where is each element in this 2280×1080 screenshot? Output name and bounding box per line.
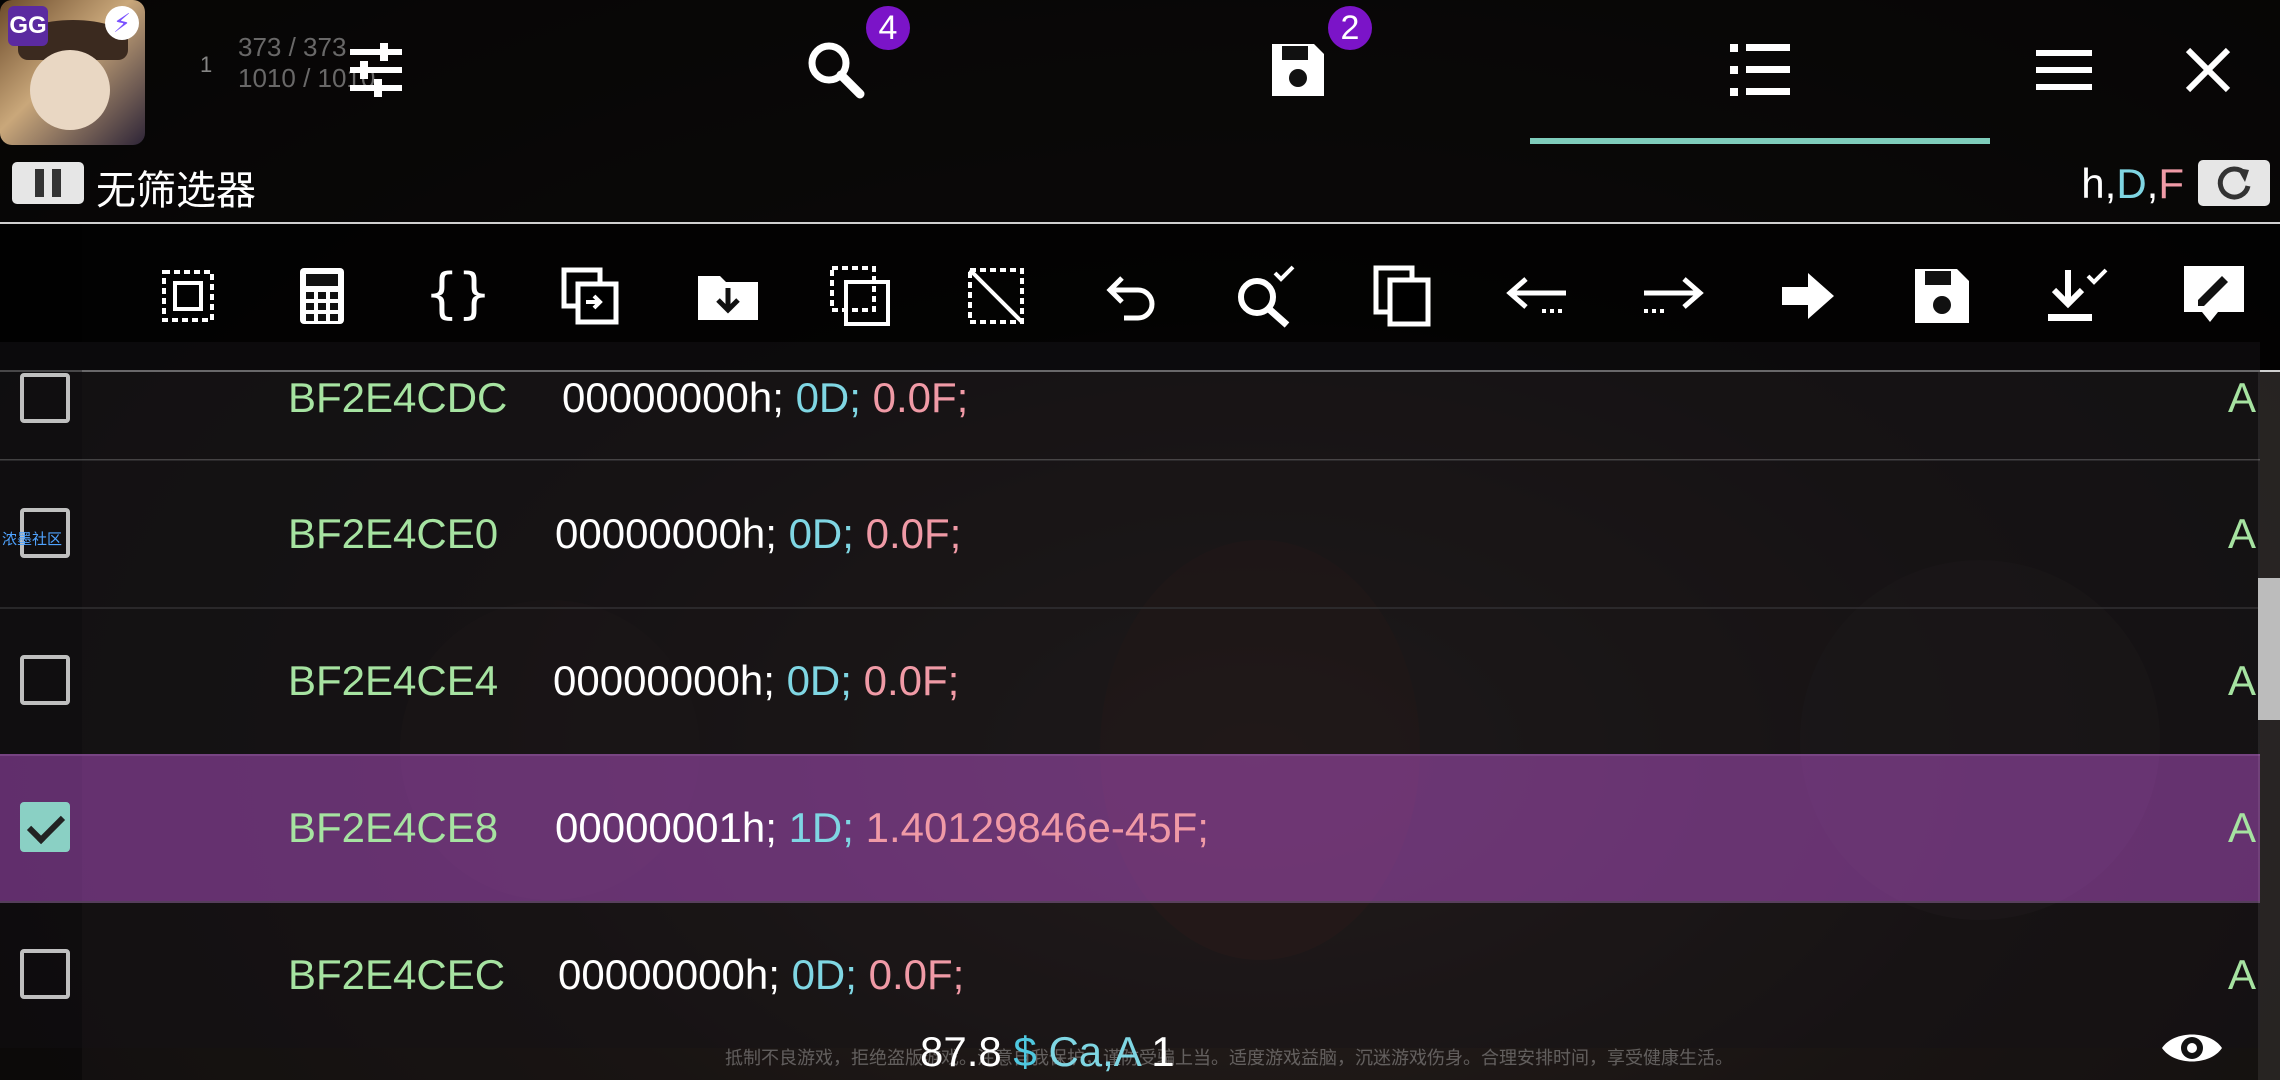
select-invert-icon[interactable] <box>822 258 898 334</box>
close-icon[interactable] <box>2168 30 2248 110</box>
copy-to-icon[interactable] <box>552 258 628 334</box>
row-values: 00000000h; 0D; 0.0F; <box>555 510 961 558</box>
save-icon[interactable] <box>1904 258 1980 334</box>
settings-sliders-icon[interactable] <box>336 30 416 110</box>
status-currency: $ <box>1013 1028 1037 1075</box>
arrow-right-icon[interactable] <box>1634 258 1710 334</box>
pause-icon-bar-left <box>35 169 44 197</box>
arrow-left-icon[interactable] <box>1500 258 1576 334</box>
folder-download-icon[interactable] <box>690 258 766 334</box>
active-tab-indicator <box>1530 138 1990 144</box>
row-dword-value: 0D; <box>786 657 852 704</box>
row-float-value: 0.0F; <box>868 951 965 998</box>
status-count: 1 <box>1151 1028 1175 1075</box>
pause-icon-bar-right <box>52 169 61 197</box>
undo-icon[interactable] <box>1094 258 1170 334</box>
row-dword-value: 0D; <box>791 951 857 998</box>
svg-text:{}: {} <box>428 266 488 325</box>
app-logo[interactable]: GG ⚡ <box>0 0 145 145</box>
status-flags: Ca,A <box>1048 1028 1140 1075</box>
health-notice: 抵制不良游戏，拒绝盗版游戏。注意自我保护，谨防受骗上当。适度游戏益脑，沉迷游戏伤… <box>725 1048 1733 1068</box>
bolt-icon: ⚡ <box>105 6 139 40</box>
row-float-value: 0.0F; <box>863 657 960 704</box>
table-row[interactable]: BF2E4CE0 00000000h; 0D; 0.0F; A <box>0 460 2260 609</box>
table-row[interactable]: BF2E4CE4 00000000h; 0D; 0.0F; A <box>0 607 2260 756</box>
memory-editor-tab-icon[interactable] <box>1720 30 1800 110</box>
scrollbar-track[interactable] <box>2258 372 2280 1080</box>
scrollbar-thumb[interactable] <box>2258 578 2280 720</box>
logo-face <box>30 50 110 130</box>
row-address: BF2E4CE0 <box>288 510 499 557</box>
edit-icon[interactable] <box>2176 258 2252 334</box>
row-float-value: 0.0F; <box>865 510 962 557</box>
flag-comma-1: , <box>2104 160 2117 207</box>
level-text: 1 <box>200 52 213 77</box>
deselect-icon[interactable] <box>958 258 1034 334</box>
search-tab-icon[interactable] <box>796 30 876 110</box>
row-values: 00000000h; 0D; 0.0F; <box>553 657 959 705</box>
table-row-selected[interactable]: BF2E4CE8 00000001h; 1D; 1.40129846e-45F;… <box>0 754 2260 903</box>
row-hex-value: 00000000h; <box>555 510 777 557</box>
menu-icon[interactable] <box>2024 30 2104 110</box>
flag-comma-2: , <box>2146 160 2159 207</box>
row-dword-value: 0D; <box>788 510 854 557</box>
row-values: 00000001h; 1D; 1.40129846e-45F; <box>555 804 1209 852</box>
gg-icon: GG <box>8 6 48 46</box>
braces-icon[interactable]: {} <box>420 258 496 334</box>
table-row[interactable]: BF2E4CEC 00000000h; 0D; 0.0F; A <box>0 901 2260 1048</box>
row-hex-value: 00000001h; <box>555 804 777 851</box>
row-address: BF2E4CE8 <box>288 804 499 851</box>
search-badge: 4 <box>866 6 910 50</box>
row-hex-value: 00000000h; <box>558 951 780 998</box>
row-checkbox-checked[interactable] <box>20 802 70 852</box>
status-value: 87.8 <box>920 1028 1002 1075</box>
eye-icon[interactable] <box>2160 1026 2224 1070</box>
search-check-icon[interactable] <box>1226 258 1302 334</box>
row-flag: A <box>2228 510 2257 557</box>
calculator-icon[interactable] <box>284 258 360 334</box>
row-checkbox[interactable] <box>20 949 70 999</box>
row-float-value: 0.0F; <box>872 374 969 421</box>
copy-icon[interactable] <box>1364 258 1440 334</box>
flag-h: h <box>2081 160 2105 207</box>
row-checkbox[interactable] <box>20 373 70 423</box>
flag-d: D <box>2116 160 2147 207</box>
pause-button[interactable] <box>12 162 84 204</box>
download-check-icon[interactable] <box>2038 258 2114 334</box>
row-address: BF2E4CDC <box>288 374 508 421</box>
row-float-value: 1.40129846e-45F; <box>865 804 1209 851</box>
saved-badge: 2 <box>1328 6 1372 50</box>
goto-arrow-icon[interactable] <box>1770 258 1846 334</box>
row-address: BF2E4CEC <box>288 951 506 998</box>
refresh-icon <box>2217 166 2251 200</box>
memory-list: BF2E4CDC 00000000h; 0D; 0.0F; A BF2E4CE0… <box>0 342 2260 1048</box>
row-values: 00000000h; 0D; 0.0F; <box>562 374 968 422</box>
row-dword-value: 1D; <box>788 804 854 851</box>
row-values: 00000000h; 0D; 0.0F; <box>558 951 964 999</box>
status-bar: 87.8 $ Ca,A 1 <box>920 1028 1175 1076</box>
row-flag: A <box>2228 374 2257 421</box>
filter-label[interactable]: 无筛选器 <box>96 158 256 216</box>
type-flags[interactable]: h,D,F <box>2081 160 2184 208</box>
row-hex-value: 00000000h; <box>562 374 784 421</box>
row-flag: A <box>2228 657 2257 704</box>
row-flag: A <box>2228 951 2257 998</box>
row-checkbox[interactable] <box>20 655 70 705</box>
row-address: BF2E4CE4 <box>288 657 499 704</box>
saved-list-tab-icon[interactable] <box>1258 30 1338 110</box>
flag-f: F <box>2158 160 2184 207</box>
table-row[interactable]: BF2E4CDC 00000000h; 0D; 0.0F; A <box>0 342 2260 461</box>
row-hex-value: 00000000h; <box>553 657 775 704</box>
row-dword-value: 0D; <box>795 374 861 421</box>
select-all-icon[interactable] <box>150 258 226 334</box>
refresh-button[interactable] <box>2198 160 2270 206</box>
community-floating-label[interactable]: 浓墨社区 <box>2 528 62 549</box>
row-flag: A <box>2228 804 2257 851</box>
